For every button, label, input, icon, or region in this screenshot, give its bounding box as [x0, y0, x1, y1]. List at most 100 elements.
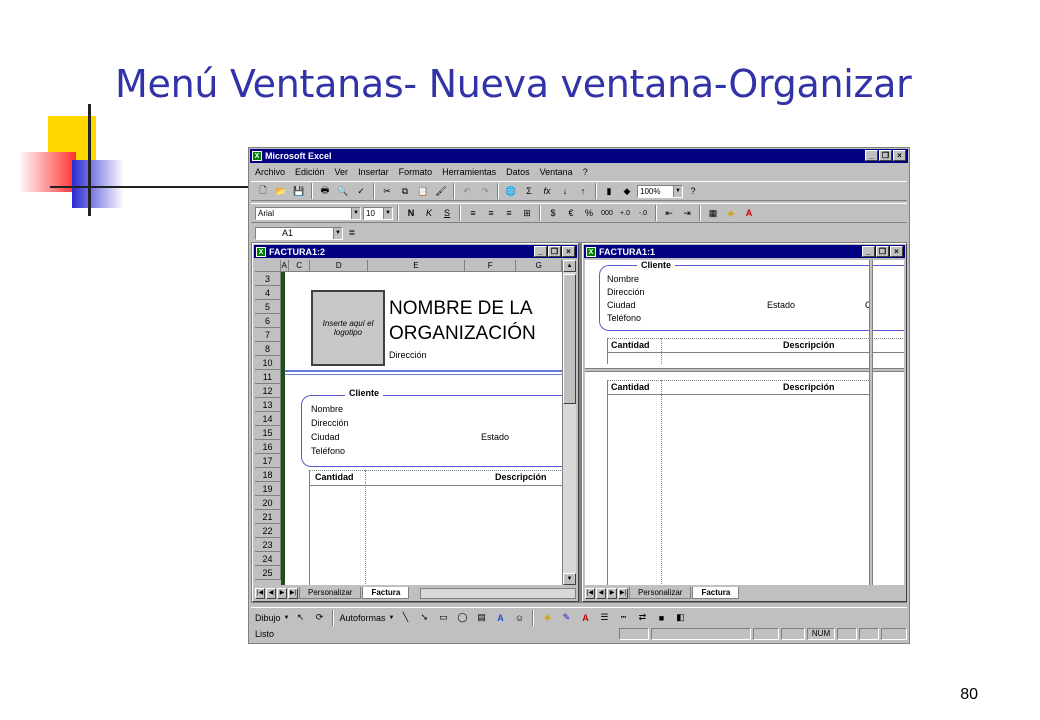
- sort-desc-icon[interactable]: ↑: [575, 183, 591, 199]
- tab-last-button[interactable]: ▶|: [288, 587, 298, 599]
- tab-next-button[interactable]: ▶: [277, 587, 287, 599]
- open-icon[interactable]: 📂: [273, 183, 289, 199]
- percent-icon[interactable]: %: [581, 205, 597, 221]
- child-close-button[interactable]: ×: [890, 246, 903, 257]
- tab-factura[interactable]: Factura: [362, 587, 410, 599]
- menu-herramientas[interactable]: Herramientas: [442, 167, 496, 177]
- child-restore-button[interactable]: ❐: [548, 246, 561, 257]
- row-header[interactable]: 15: [255, 426, 281, 440]
- draw-menu[interactable]: Dibujo: [255, 613, 281, 623]
- merge-center-icon[interactable]: ⊞: [519, 205, 535, 221]
- row-header[interactable]: 14: [255, 412, 281, 426]
- fill-color-icon[interactable]: ◈: [723, 205, 739, 221]
- child-restore-button[interactable]: ❐: [876, 246, 889, 257]
- cut-icon[interactable]: ✂: [379, 183, 395, 199]
- menu-help[interactable]: ?: [583, 167, 588, 177]
- increase-indent-icon[interactable]: ⇥: [679, 205, 695, 221]
- sort-asc-icon[interactable]: ↓: [557, 183, 573, 199]
- scroll-down-button[interactable]: ▼: [563, 573, 576, 585]
- textbox-icon[interactable]: ▤: [473, 610, 489, 626]
- menu-datos[interactable]: Datos: [506, 167, 530, 177]
- row-header[interactable]: 8: [255, 342, 281, 356]
- function-icon[interactable]: fx: [539, 183, 555, 199]
- menu-edicion[interactable]: Edición: [295, 167, 325, 177]
- row-header[interactable]: 7: [255, 328, 281, 342]
- row-header[interactable]: 12: [255, 384, 281, 398]
- col-header[interactable]: E: [367, 260, 465, 272]
- align-left-icon[interactable]: ≡: [465, 205, 481, 221]
- restore-button[interactable]: ❐: [879, 150, 892, 161]
- redo-icon[interactable]: ↷: [477, 183, 493, 199]
- formula-equals[interactable]: =: [349, 228, 355, 239]
- row-header[interactable]: 23: [255, 538, 281, 552]
- drawing-icon[interactable]: ◆: [619, 183, 635, 199]
- hyperlink-icon[interactable]: 🌐: [503, 183, 519, 199]
- tab-personalizar[interactable]: Personalizar: [299, 587, 362, 599]
- row-header[interactable]: 6: [255, 314, 281, 328]
- align-center-icon[interactable]: ≡: [483, 205, 499, 221]
- chart-icon[interactable]: ▮: [601, 183, 617, 199]
- tab-factura[interactable]: Factura: [692, 587, 740, 599]
- oval-icon[interactable]: ◯: [454, 610, 470, 626]
- free-rotate-icon[interactable]: ⟳: [311, 610, 327, 626]
- scroll-thumb[interactable]: [563, 274, 576, 404]
- clipart-icon[interactable]: ☺: [511, 610, 527, 626]
- autoshapes-menu[interactable]: Autoformas: [339, 613, 385, 623]
- scroll-up-button[interactable]: ▲: [563, 260, 576, 272]
- row-header[interactable]: 19: [255, 482, 281, 496]
- undo-icon[interactable]: ↶: [459, 183, 475, 199]
- row-header[interactable]: 22: [255, 524, 281, 538]
- 3d-icon[interactable]: ◧: [672, 610, 688, 626]
- paste-icon[interactable]: 📋: [415, 183, 431, 199]
- autosum-icon[interactable]: Σ: [521, 183, 537, 199]
- row-header[interactable]: 24: [255, 552, 281, 566]
- print-icon[interactable]: 🖶: [317, 183, 333, 199]
- copy-icon[interactable]: ⧉: [397, 183, 413, 199]
- menu-ver[interactable]: Ver: [335, 167, 349, 177]
- italic-icon[interactable]: K: [421, 205, 437, 221]
- menu-ventana[interactable]: Ventana: [540, 167, 573, 177]
- zoom-select[interactable]: 100% ▼: [637, 184, 683, 198]
- shadow-icon[interactable]: ■: [653, 610, 669, 626]
- tab-personalizar[interactable]: Personalizar: [629, 587, 692, 599]
- text-color-icon[interactable]: A: [577, 610, 593, 626]
- currency-icon[interactable]: $: [545, 205, 561, 221]
- row-header[interactable]: 4: [255, 286, 281, 300]
- row-header[interactable]: 13: [255, 398, 281, 412]
- font-size-select[interactable]: 10 ▼: [363, 206, 393, 220]
- select-pointer-icon[interactable]: ↖: [292, 610, 308, 626]
- row-header[interactable]: 25: [255, 566, 281, 580]
- line-style-icon[interactable]: ☰: [596, 610, 612, 626]
- align-right-icon[interactable]: ≡: [501, 205, 517, 221]
- line-color-icon[interactable]: ✎: [558, 610, 574, 626]
- worksheet-grid[interactable]: Cliente Nombre Dirección Ciudad Teléfono…: [585, 260, 904, 585]
- font-name-select[interactable]: Arial ▼: [255, 206, 361, 220]
- menu-formato[interactable]: Formato: [399, 167, 433, 177]
- col-header[interactable]: F: [464, 260, 517, 272]
- tab-first-button[interactable]: |◀: [585, 587, 595, 599]
- tab-first-button[interactable]: |◀: [255, 587, 265, 599]
- select-all[interactable]: [255, 260, 281, 272]
- horizontal-scrollbar[interactable]: [420, 587, 576, 599]
- row-header[interactable]: 10: [255, 356, 281, 370]
- tab-next-button[interactable]: ▶: [607, 587, 617, 599]
- row-header[interactable]: 18: [255, 468, 281, 482]
- arrow-style-icon[interactable]: ⇄: [634, 610, 650, 626]
- dash-style-icon[interactable]: ┅: [615, 610, 631, 626]
- spelling-icon[interactable]: ✓: [353, 183, 369, 199]
- child-close-button[interactable]: ×: [562, 246, 575, 257]
- worksheet-grid[interactable]: A C D E F G 3 4 5 6 7 8 10 11 12 13 14 15 16 17 18 19 20…: [255, 260, 576, 585]
- font-color-icon[interactable]: A: [741, 205, 757, 221]
- wordart-icon[interactable]: A: [492, 610, 508, 626]
- vertical-scrollbar[interactable]: ▲ ▼: [562, 260, 576, 585]
- decrease-indent-icon[interactable]: ⇤: [661, 205, 677, 221]
- new-icon[interactable]: 🗋: [255, 183, 271, 199]
- horizontal-split-bar[interactable]: [585, 368, 904, 372]
- row-header[interactable]: 20: [255, 496, 281, 510]
- name-box[interactable]: A1 ▼: [255, 226, 343, 240]
- col-header[interactable]: D: [310, 260, 368, 272]
- row-header[interactable]: 11: [255, 370, 281, 384]
- arrow-icon[interactable]: ➘: [416, 610, 432, 626]
- col-header[interactable]: A: [280, 260, 289, 272]
- bold-icon[interactable]: N: [403, 205, 419, 221]
